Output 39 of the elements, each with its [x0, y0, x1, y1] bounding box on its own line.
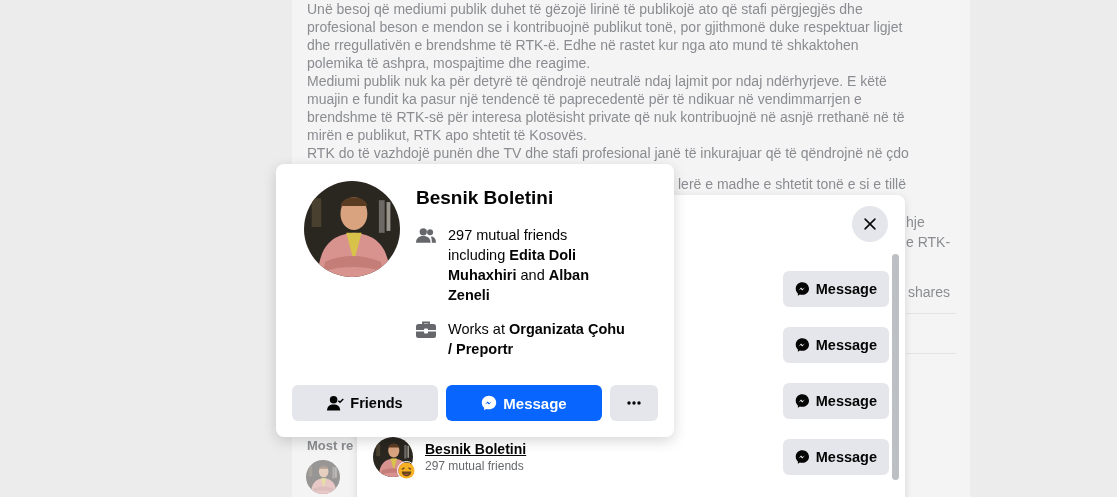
messenger-icon [795, 393, 810, 409]
close-button[interactable] [852, 206, 888, 242]
post-text-line: lerë e madhe e shtetit tonë e si e tillë [678, 175, 907, 194]
messenger-icon [481, 395, 498, 411]
message-button[interactable]: Message [783, 327, 889, 363]
laughing-emoji-icon [397, 461, 416, 480]
mutual-friends-count: 297 mutual friends [425, 459, 525, 473]
post-text-line: mirën e publikut, RTK apo shtetit të Kosovës. [307, 126, 587, 144]
message-button[interactable]: Message [783, 383, 889, 419]
post-text-line: polemika të ashpra, mospajtime dhe reagime. [307, 54, 591, 72]
friends-button[interactable]: Friends [292, 385, 438, 421]
messenger-icon [795, 337, 810, 353]
more-button[interactable] [610, 385, 658, 421]
post-text-line: profesional beson e mendon se i kontribuojnë publikut tonë, por gjithmonë duke respektuar ligjet [307, 18, 903, 36]
person-check-icon [327, 395, 345, 411]
post-text-line: Unë besoj që mediumi publik duhet të gëzojë lirinë të publikojë ato që stafi përgjegjës dhe [307, 0, 863, 18]
close-icon [863, 217, 877, 231]
post-text-line: RTK do të vazhdojë punën dhe TV dhe stafi profesional janë të inkurajuar që të qëndrojnë në çdo [307, 144, 909, 162]
message-button[interactable]: Message [446, 385, 602, 421]
profile-name: Besnik Boletini [416, 187, 554, 209]
messenger-icon [795, 281, 810, 297]
briefcase-icon [416, 321, 436, 339]
message-button[interactable]: Message [783, 271, 889, 307]
post-text-line: brendshme të RTK-së për interesa plotësisht private që nuk kontribuojnë në asnjë rrethanë në të [307, 108, 905, 126]
section-heading: Most re [307, 438, 354, 453]
message-button[interactable]: Message [783, 439, 889, 475]
post-text-line: muajin e fundit ka pasur një tendencë të paprecedentë për të ndikuar në vendimmarrjen e [307, 90, 862, 108]
profile-name-link[interactable]: Besnik Boletini [425, 441, 527, 457]
profile-detail-text: 297 mutual friends including Edita Doli Muhaxhiri and Alban Zeneli [448, 226, 590, 305]
scrollbar[interactable] [892, 254, 899, 480]
friends-icon [416, 227, 436, 244]
profile-detail-text: Works at Organizata Çohu / Preportr [448, 320, 626, 359]
messenger-icon [795, 449, 810, 465]
share-count: shares [908, 283, 951, 302]
post-text-line: hje [906, 213, 925, 232]
more-icon [627, 401, 641, 405]
post-text-line: dhe rregullativën e brendshme të RTK-ë. Edhe në rastet kur nga ato mund të shkaktohen [307, 36, 859, 54]
post-text-line: e RTK- [906, 233, 951, 252]
post-text-line: Mediumi publik nuk ka për detyrë të qëndrojë neutralë ndaj lajmit por ndaj ndërhyrjeve. E këtë [307, 72, 887, 90]
